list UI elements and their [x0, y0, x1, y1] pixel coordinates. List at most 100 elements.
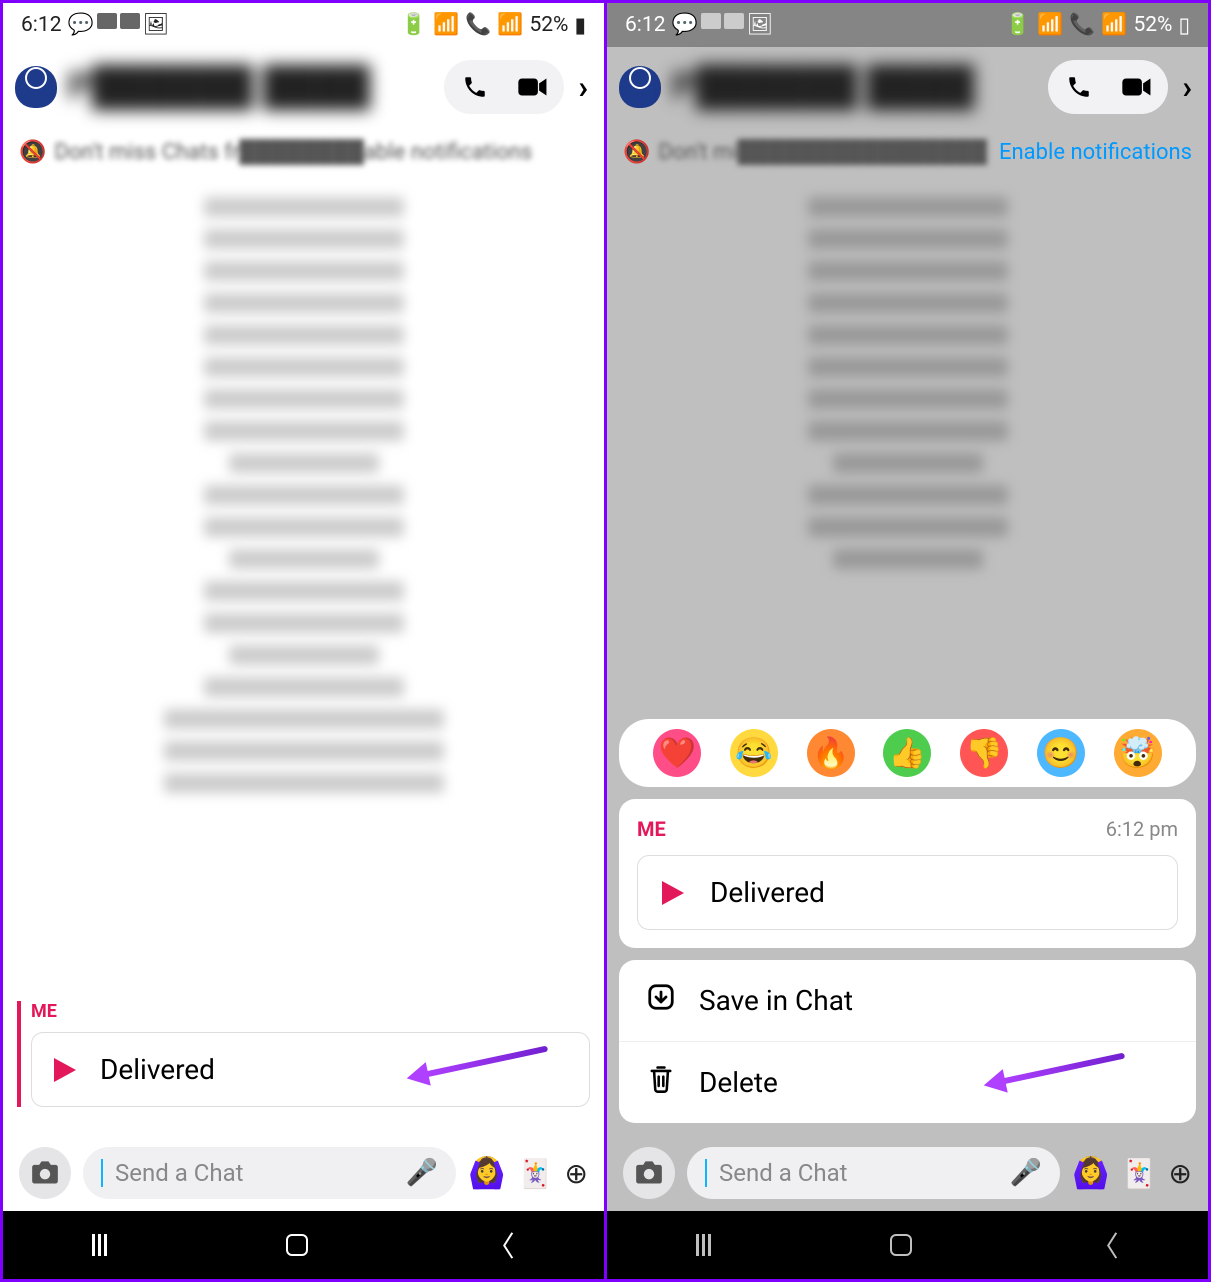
- blurred-messages: [621, 187, 1194, 589]
- nav-back[interactable]: 〈: [487, 1225, 515, 1265]
- chat-input-bar: Send a Chat 🎤 🙆‍♀️ 🃏 ⊕: [3, 1135, 604, 1211]
- chat-body[interactable]: ❤️ 😂 🔥 👍 👎 😊 🤯 ME 6:12 pm Delivered: [607, 177, 1208, 1135]
- status-time: 6:12: [21, 13, 62, 37]
- phone-icon: [462, 74, 488, 100]
- status-notif-icons: 💬 🖼: [672, 13, 774, 37]
- delete-label: Delete: [699, 1066, 778, 1099]
- annotation-arrow: [997, 1053, 1125, 1086]
- plus-icon[interactable]: ⊕: [1169, 1157, 1192, 1190]
- me-label: ME: [31, 1001, 590, 1022]
- status-bar: 6:12 💬 🖼 🔋 📶 📞 📶 52% ▯: [607, 3, 1208, 47]
- blurred-messages: [17, 187, 590, 813]
- notif-text: Don't miss Chats fr████████able notifica…: [54, 139, 588, 165]
- battery-saver-icon: 🔋: [401, 13, 427, 37]
- phone-right: 6:12 💬 🖼 🔋 📶 📞 📶 52% ▯ P██████ ████: [607, 3, 1208, 1279]
- cards-icon[interactable]: 🃏: [518, 1157, 553, 1190]
- nav-recents[interactable]: [696, 1234, 711, 1256]
- notification-banner[interactable]: 🔕 Don't miss Chats fr████████able notifi…: [3, 127, 604, 177]
- chat-input[interactable]: Send a Chat 🎤: [83, 1147, 456, 1199]
- battery-pct: 52%: [529, 13, 568, 37]
- contact-name[interactable]: P██████ ████: [67, 65, 434, 109]
- volte-icon: 📞: [465, 13, 491, 37]
- nav-back[interactable]: 〈: [1091, 1225, 1119, 1265]
- my-message-block: ME Delivered: [17, 1001, 590, 1107]
- delivered-snap-card[interactable]: Delivered: [31, 1032, 590, 1107]
- wifi-icon: 📶: [1037, 13, 1063, 37]
- status-time: 6:12: [625, 13, 666, 37]
- camera-icon: [31, 1161, 59, 1185]
- reaction-fire[interactable]: 🔥: [807, 729, 855, 777]
- camera-button[interactable]: [19, 1147, 71, 1199]
- android-nav-bar: 〈: [607, 1211, 1208, 1279]
- volte-icon: 📞: [1069, 13, 1095, 37]
- voice-call-button[interactable]: [446, 62, 504, 112]
- reaction-bar: ❤️ 😂 🔥 👍 👎 😊 🤯: [619, 719, 1196, 787]
- bell-off-icon: 🔕: [19, 140, 46, 165]
- popup-delivered-card: Delivered: [637, 855, 1178, 930]
- delivered-text: Delivered: [100, 1053, 215, 1086]
- chat-header: P██████ ████ ›: [607, 47, 1208, 127]
- contact-name[interactable]: P██████ ████: [671, 65, 1038, 109]
- sent-arrow-icon: [54, 1058, 76, 1082]
- trash-icon: [645, 1064, 677, 1101]
- battery-pct: 52%: [1133, 13, 1172, 37]
- contact-avatar[interactable]: [15, 66, 57, 108]
- sent-arrow-icon: [662, 881, 684, 905]
- nav-home[interactable]: [286, 1234, 308, 1256]
- mic-icon[interactable]: 🎤: [1010, 1158, 1042, 1188]
- nav-recents[interactable]: [92, 1234, 107, 1256]
- video-icon: [518, 76, 548, 98]
- chat-input[interactable]: Send a Chat 🎤: [687, 1147, 1060, 1199]
- contact-avatar[interactable]: [619, 66, 661, 108]
- chat-body[interactable]: ME Delivered: [3, 177, 604, 1135]
- nav-home[interactable]: [890, 1234, 912, 1256]
- plus-icon[interactable]: ⊕: [565, 1157, 588, 1190]
- chat-input-bar: Send a Chat 🎤 🙆‍♀️ 🃏 ⊕: [607, 1135, 1208, 1211]
- chat-header: P██████ ████ ›: [3, 47, 604, 127]
- status-bar: 6:12 💬 🖼 🔋 📶 📞 📶 52% ▮: [3, 3, 604, 47]
- video-call-button[interactable]: [1108, 62, 1166, 112]
- phone-left: 6:12 💬 🖼 🔋 📶 📞 📶 52% ▮ P██████ ████: [3, 3, 604, 1279]
- popup-me-label: ME: [637, 817, 666, 841]
- battery-icon: ▯: [1178, 13, 1190, 38]
- action-sheet: ME Save in Chat Delete: [619, 960, 1196, 1123]
- chat-input-placeholder: Send a Chat: [719, 1159, 847, 1187]
- reaction-laugh[interactable]: 😂: [730, 729, 778, 777]
- mic-icon[interactable]: 🎤: [406, 1158, 438, 1188]
- save-label: Save in Chat: [699, 984, 853, 1017]
- enable-notifications-link[interactable]: Enable notifications: [999, 140, 1192, 165]
- battery-saver-icon: 🔋: [1005, 13, 1031, 37]
- reaction-thumbs-down[interactable]: 👎: [960, 729, 1008, 777]
- battery-icon: ▮: [574, 13, 586, 38]
- camera-button[interactable]: [623, 1147, 675, 1199]
- reaction-smile[interactable]: 😊: [1037, 729, 1085, 777]
- chevron-right-icon[interactable]: ›: [1178, 68, 1196, 106]
- bitmoji-button[interactable]: 🙆‍♀️: [1072, 1156, 1109, 1191]
- notification-banner[interactable]: 🔕 Don't mi████████████████ Enable notifi…: [607, 127, 1208, 177]
- signal-icon: 📶: [497, 13, 523, 37]
- reaction-thumbs-up[interactable]: 👍: [883, 729, 931, 777]
- bitmoji-button[interactable]: 🙆‍♀️: [468, 1156, 505, 1191]
- camera-icon: [635, 1161, 663, 1185]
- chevron-right-icon[interactable]: ›: [574, 68, 592, 106]
- android-nav-bar: 〈: [3, 1211, 604, 1279]
- bell-off-icon: 🔕: [623, 140, 650, 165]
- reaction-heart[interactable]: ❤️: [653, 729, 701, 777]
- video-call-button[interactable]: [504, 62, 562, 112]
- save-icon: [645, 982, 677, 1019]
- phone-icon: [1066, 74, 1092, 100]
- reaction-mind-blown[interactable]: 🤯: [1114, 729, 1162, 777]
- annotation-arrow: [420, 1046, 548, 1079]
- notif-text: Don't mi████████████████: [658, 139, 991, 165]
- signal-icon: 📶: [1101, 13, 1127, 37]
- cards-icon[interactable]: 🃏: [1122, 1157, 1157, 1190]
- selected-message-card: ME 6:12 pm Delivered: [619, 799, 1196, 948]
- long-press-popup: ❤️ 😂 🔥 👍 👎 😊 🤯 ME 6:12 pm Delivered: [607, 707, 1208, 1135]
- popup-delivered-text: Delivered: [710, 876, 825, 909]
- popup-time: 6:12 pm: [1106, 817, 1178, 841]
- save-in-chat-button[interactable]: Save in Chat: [619, 960, 1196, 1042]
- wifi-icon: 📶: [433, 13, 459, 37]
- status-notif-icons: 💬 🖼: [68, 13, 170, 37]
- delete-button[interactable]: Delete: [619, 1042, 1196, 1123]
- voice-call-button[interactable]: [1050, 62, 1108, 112]
